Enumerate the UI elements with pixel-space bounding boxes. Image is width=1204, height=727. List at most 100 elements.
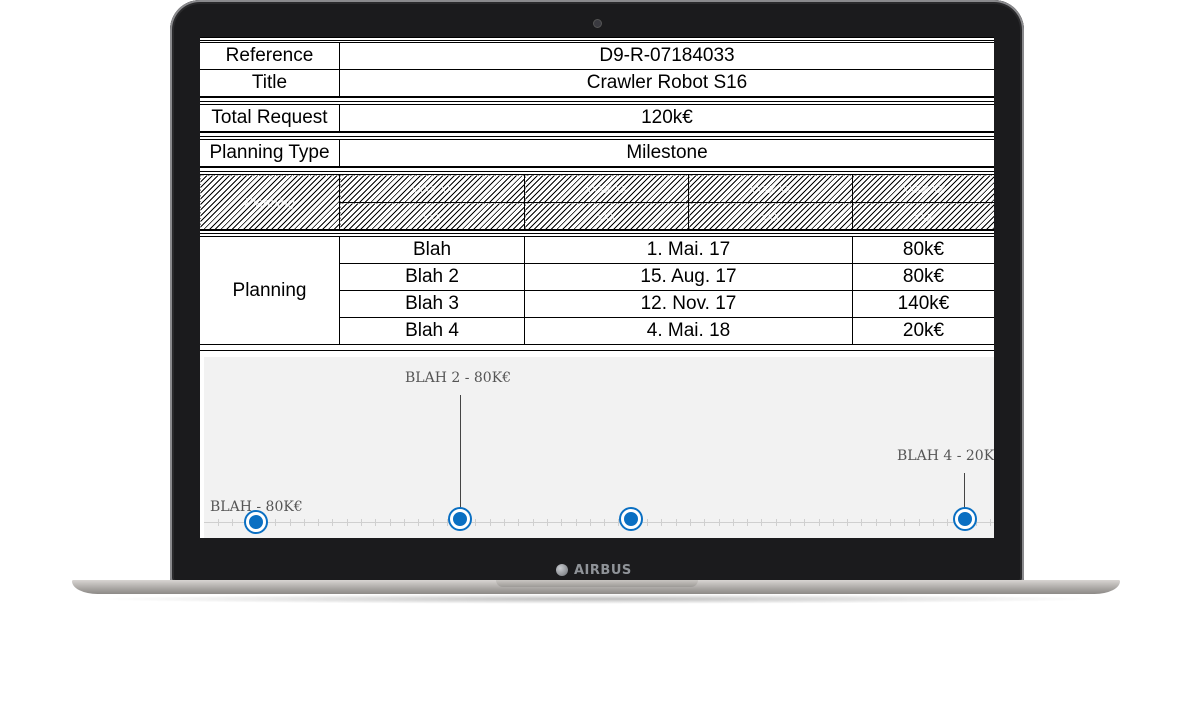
timeline-tick	[475, 519, 476, 526]
timeline-tick	[904, 519, 905, 526]
planning-type-value: Milestone	[339, 139, 994, 167]
timeline-tick	[776, 519, 777, 526]
planning-name: Blah 3	[339, 290, 525, 318]
planning-date: 15. Aug. 17	[524, 263, 853, 291]
milestone-stem	[460, 395, 461, 513]
timeline-tick	[375, 519, 376, 526]
timeline-tick	[361, 519, 362, 526]
timeline-tick	[561, 519, 562, 526]
airbus-logo-icon	[556, 564, 568, 576]
webcam-icon	[593, 19, 602, 28]
row-divider	[200, 167, 994, 172]
timeline-tick	[733, 519, 734, 526]
table-row: Total Request 120k€	[200, 104, 994, 132]
timeline-tick	[433, 519, 434, 526]
milestone-dot[interactable]	[246, 512, 266, 532]
timeline-tick	[704, 519, 705, 526]
planning-type-table: Planning Type Milestone	[200, 139, 994, 167]
timeline-tick	[747, 519, 748, 526]
redacted-cell: xxx	[524, 202, 689, 231]
planning-date: 4. Mai. 18	[524, 317, 853, 345]
timeline-tick	[318, 519, 319, 526]
timeline-tick	[876, 519, 877, 526]
timeline-tick	[661, 519, 662, 526]
timeline-tick	[790, 519, 791, 526]
milestone-label: BLAH 2 - 80K€	[405, 370, 512, 386]
table-row: Title Crawler Robot S16	[200, 69, 994, 97]
timeline-tick	[390, 519, 391, 526]
timeline-tick	[547, 519, 548, 526]
reference-label: Reference	[200, 42, 340, 70]
timeline-tick	[404, 519, 405, 526]
redacted-cell: xxx	[852, 202, 994, 231]
screen: Reference D9-R-07184033 Title Crawler Ro…	[200, 37, 994, 538]
row-divider	[200, 132, 994, 137]
milestone-dot[interactable]	[955, 509, 975, 529]
timeline-tick	[447, 519, 448, 526]
timeline-tick	[304, 519, 305, 526]
title-value: Crawler Robot S16	[339, 69, 994, 97]
timeline-tick	[847, 519, 848, 526]
planning-date: 1. Mai. 17	[524, 236, 853, 264]
timeline-tick	[490, 519, 491, 526]
brand-logo: AIRBUS	[556, 561, 646, 579]
total-request-table: Total Request 120k€	[200, 104, 994, 132]
planning-name: Blah 4	[339, 317, 525, 345]
project-info-table: Reference D9-R-07184033 Title Crawler Ro…	[200, 42, 994, 97]
timeline-tick	[290, 519, 291, 526]
total-request-label: Total Request	[200, 104, 340, 132]
redacted-cell: Planning	[200, 174, 340, 231]
timeline-tick	[933, 519, 934, 526]
planning-amount: 20k€	[852, 317, 994, 345]
reference-value: D9-R-07184033	[339, 42, 994, 70]
top-divider	[200, 37, 994, 41]
timeline-tick	[976, 519, 977, 526]
planning-name: Blah	[339, 236, 525, 264]
milestone-label: BLAH 4 - 20K€	[897, 448, 994, 464]
table-row: Planning xxxx xx xxxx xx xxxx xx xxxx xx	[200, 174, 994, 231]
timeline-tick	[647, 519, 648, 526]
timeline-tick	[618, 519, 619, 526]
redacted-planning-table: Planning xxxx xx xxxx xx xxxx xx xxxx xx…	[200, 174, 994, 231]
laptop-shadow	[90, 594, 1105, 604]
redacted-cell: xxx	[688, 202, 853, 231]
row-divider	[200, 229, 994, 234]
title-label: Title	[200, 69, 340, 97]
timeline-tick	[533, 519, 534, 526]
timeline-tick	[719, 519, 720, 526]
row-divider	[200, 97, 994, 102]
timeline-tick	[890, 519, 891, 526]
redacted-cell: xxxx xx	[852, 174, 994, 203]
timeline-tick	[676, 519, 677, 526]
redacted-cell: xxxx xx	[524, 174, 689, 203]
planning-amount: 80k€	[852, 263, 994, 291]
planning-type-label: Planning Type	[200, 139, 340, 167]
timeline-tick	[947, 519, 948, 526]
milestone-timeline: BLAH - 80K€ BLAH 2 - 80K€ BLAH 4 - 20K€	[204, 357, 994, 538]
milestone-dot[interactable]	[621, 509, 641, 529]
timeline-tick	[275, 519, 276, 526]
timeline-tick	[761, 519, 762, 526]
timeline-tick	[590, 519, 591, 526]
timeline-tick	[504, 519, 505, 526]
table-row: Planning Type Milestone	[200, 139, 994, 167]
planning-date: 12. Nov. 17	[524, 290, 853, 318]
planning-table: Planning Blah 1. Mai. 17 80k€ Blah 2 15.…	[200, 236, 994, 345]
timeline-tick	[819, 519, 820, 526]
row-divider	[200, 344, 994, 351]
timeline-tick	[690, 519, 691, 526]
planning-amount: 140k€	[852, 290, 994, 318]
timeline-tick	[861, 519, 862, 526]
redacted-cell: xxxx xx	[688, 174, 853, 203]
timeline-tick	[232, 519, 233, 526]
table-row: Planning Blah 1. Mai. 17 80k€	[200, 236, 994, 345]
brand-name: AIRBUS	[574, 562, 632, 578]
timeline-tick	[332, 519, 333, 526]
timeline-tick	[990, 519, 991, 526]
milestone-stem	[964, 473, 965, 513]
laptop-hinge-notch	[496, 580, 698, 587]
timeline-tick	[418, 519, 419, 526]
timeline-tick	[919, 519, 920, 526]
milestone-dot[interactable]	[450, 509, 470, 529]
timeline-tick	[576, 519, 577, 526]
